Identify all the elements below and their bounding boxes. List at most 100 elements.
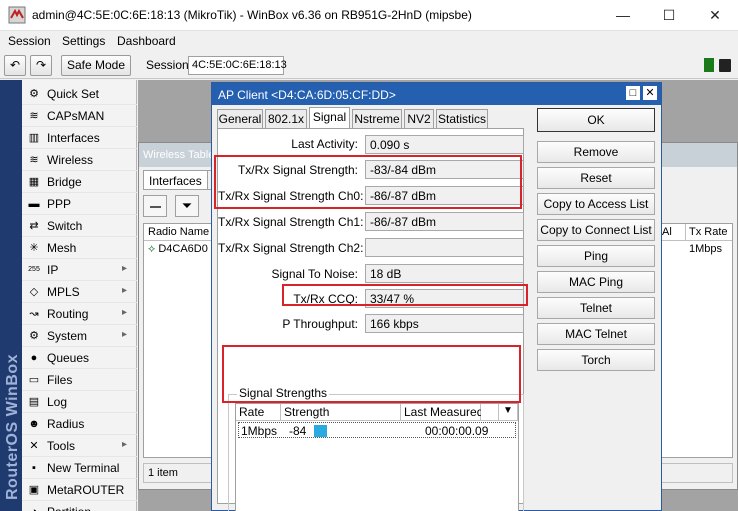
- reset-button[interactable]: Reset: [537, 167, 655, 189]
- column-last-measured[interactable]: Last Measured: [401, 404, 483, 421]
- sidebar-item-files[interactable]: ▭ Files: [22, 369, 137, 391]
- sidebar-item-system[interactable]: ⚙ System ▸: [22, 325, 137, 347]
- filter-button[interactable]: ⏷: [175, 195, 199, 217]
- column-rate[interactable]: Rate: [236, 404, 281, 421]
- sidebar-item-label: Interfaces: [47, 131, 100, 145]
- row-radio-name: D4CA6D0: [158, 243, 208, 255]
- sidebar-item-metarouter[interactable]: ▣ MetaROUTER: [22, 479, 137, 501]
- bridge-icon: ▦: [28, 176, 40, 188]
- sidebar-item-switch[interactable]: ⇄ Switch: [22, 215, 137, 237]
- tab-nv2[interactable]: NV2: [404, 109, 434, 128]
- signal-strength-ch1-value: -86/-87 dBm: [365, 212, 524, 231]
- close-window-button[interactable]: ✕: [692, 0, 738, 31]
- column-dropdown-icon[interactable]: ▼: [499, 404, 518, 421]
- session-field[interactable]: 4C:5E:0C:6E:18:13: [188, 56, 287, 75]
- wireless-icon: ≋: [29, 154, 39, 166]
- maximize-icon[interactable]: □: [626, 86, 640, 100]
- interfaces-icon: ▥: [28, 132, 40, 144]
- remove-button[interactable]: Remove: [537, 141, 655, 163]
- torch-button[interactable]: Torch: [537, 349, 655, 371]
- mpls-icon: ◇: [29, 286, 39, 298]
- tab-8021x[interactable]: 802.1x: [265, 109, 307, 128]
- sidebar-item-label: CAPsMAN: [47, 109, 105, 123]
- sidebar-item-capsman[interactable]: ≋ CAPsMAN: [22, 105, 137, 127]
- sidebar-item-partition[interactable]: ◔ Partition: [22, 501, 137, 511]
- mac-telnet-button[interactable]: MAC Telnet: [537, 323, 655, 345]
- partition-icon: ◔: [26, 505, 42, 511]
- signal-strength-ch0-value: -86/-87 dBm: [365, 186, 524, 205]
- strength-bar: [314, 425, 327, 437]
- ppp-icon: ▬: [28, 198, 40, 210]
- sidebar-item-label: PPP: [47, 197, 72, 211]
- tab-interfaces[interactable]: Interfaces: [143, 170, 208, 190]
- tab-statistics[interactable]: Statistics: [436, 109, 488, 128]
- menu-settings[interactable]: Settings: [62, 34, 105, 48]
- sidebar-item-quick-set[interactable]: ⚙ Quick Set: [22, 83, 137, 105]
- sidebar-item-label: New Terminal: [47, 461, 120, 475]
- table-row[interactable]: 1Mbps -84 00:00:00.09: [238, 422, 516, 438]
- column-radio-name[interactable]: Radio Name: [144, 224, 214, 241]
- copy-to-connect-list-button[interactable]: Copy to Connect List: [537, 219, 655, 241]
- last-activity-value: 0.090 s: [365, 135, 524, 154]
- undo-button[interactable]: ↶: [4, 55, 26, 76]
- ping-button[interactable]: Ping: [537, 245, 655, 267]
- signal-strengths-legend: Signal Strengths: [237, 386, 330, 400]
- log-icon: ▤: [28, 396, 40, 408]
- telnet-button[interactable]: Telnet: [537, 297, 655, 319]
- capsman-icon: ≋: [29, 110, 39, 122]
- safe-mode-button[interactable]: Safe Mode: [61, 55, 131, 76]
- sidebar-item-label: Quick Set: [47, 87, 100, 101]
- sidebar-item-ip[interactable]: 255 IP ▸: [22, 259, 137, 281]
- redo-button[interactable]: ↷: [30, 55, 52, 76]
- sidebar-item-log[interactable]: ▤ Log: [22, 391, 137, 413]
- ok-button[interactable]: OK: [537, 108, 655, 132]
- sidebar-item-mpls[interactable]: ◇ MPLS ▸: [22, 281, 137, 303]
- session-label: Session:: [146, 58, 193, 72]
- sidebar-item-label: Routing: [47, 307, 89, 321]
- radius-icon: ☻: [28, 418, 40, 430]
- sidebar-item-label: Radius: [47, 417, 85, 431]
- signal-strengths-group: Signal Strengths Rate Strength Last Meas…: [228, 386, 524, 511]
- tab-signal[interactable]: Signal: [309, 107, 350, 129]
- sidebar-item-label: Log: [47, 395, 68, 409]
- column-al[interactable]: Al: [659, 224, 686, 241]
- terminal-icon: ▪: [32, 462, 36, 474]
- sidebar-item-ppp[interactable]: ▬ PPP: [22, 193, 137, 215]
- tab-general[interactable]: General: [217, 109, 263, 128]
- sidebar-item-mesh[interactable]: ✳ Mesh: [22, 237, 137, 259]
- mac-ping-button[interactable]: MAC Ping: [537, 271, 655, 293]
- column-tx-rate[interactable]: Tx Rate: [686, 224, 732, 241]
- table-row[interactable]: ⟡ D4CA6D0: [148, 243, 208, 256]
- txrx-signal-strength-value: -83/-84 dBm: [365, 160, 524, 179]
- copy-to-access-list-button[interactable]: Copy to Access List: [537, 193, 655, 215]
- maximize-button[interactable]: ☐: [646, 0, 692, 31]
- signal-strengths-table: Rate Strength Last Measured ▼ 1Mbps -84 …: [235, 403, 519, 511]
- sidebar-item-new-terminal[interactable]: ▪ New Terminal: [22, 457, 137, 479]
- sidebar-item-interfaces[interactable]: ▥ Interfaces: [22, 127, 137, 149]
- minimize-button[interactable]: —: [600, 0, 646, 31]
- row-strength: -84: [289, 424, 307, 438]
- sidebar-item-radius[interactable]: ☻ Radius: [22, 413, 137, 435]
- toolbar: ↶ ↷ Safe Mode Session: 4C:5E:0C:6E:18:13: [0, 53, 738, 79]
- sidebar-item-bridge[interactable]: ▦ Bridge: [22, 171, 137, 193]
- quick-set-icon: ⚙: [29, 88, 39, 100]
- remove-button[interactable]: [143, 195, 167, 217]
- menu-session[interactable]: Session: [8, 34, 51, 48]
- close-icon[interactable]: ✕: [643, 86, 657, 100]
- tab-nstreme[interactable]: Nstreme: [352, 109, 402, 128]
- sidebar-item-wireless[interactable]: ≋ Wireless: [22, 149, 137, 171]
- column-strength[interactable]: Strength: [281, 404, 401, 421]
- sidebar-item-routing[interactable]: ↝ Routing ▸: [22, 303, 137, 325]
- sidebar-item-label: MetaROUTER: [47, 483, 125, 497]
- files-icon: ▭: [28, 374, 40, 386]
- sidebar-item-label: MPLS: [47, 285, 80, 299]
- submenu-arrow-icon: ▸: [122, 307, 128, 318]
- sidebar-item-queues[interactable]: ● Queues: [22, 347, 137, 369]
- submenu-arrow-icon: ▸: [122, 285, 128, 296]
- submenu-arrow-icon: ▸: [122, 263, 128, 274]
- menu-dashboard[interactable]: Dashboard: [117, 34, 176, 48]
- sidebar: ⚙ Quick Set ≋ CAPsMAN ▥ Interfaces ≋ Wireless ▦ B…: [22, 80, 137, 511]
- sidebar-item-tools[interactable]: ✕ Tools ▸: [22, 435, 137, 457]
- txrx-ccq-value: 33/47 %: [365, 289, 524, 308]
- brand-label: RouterOS WinBox: [4, 353, 21, 500]
